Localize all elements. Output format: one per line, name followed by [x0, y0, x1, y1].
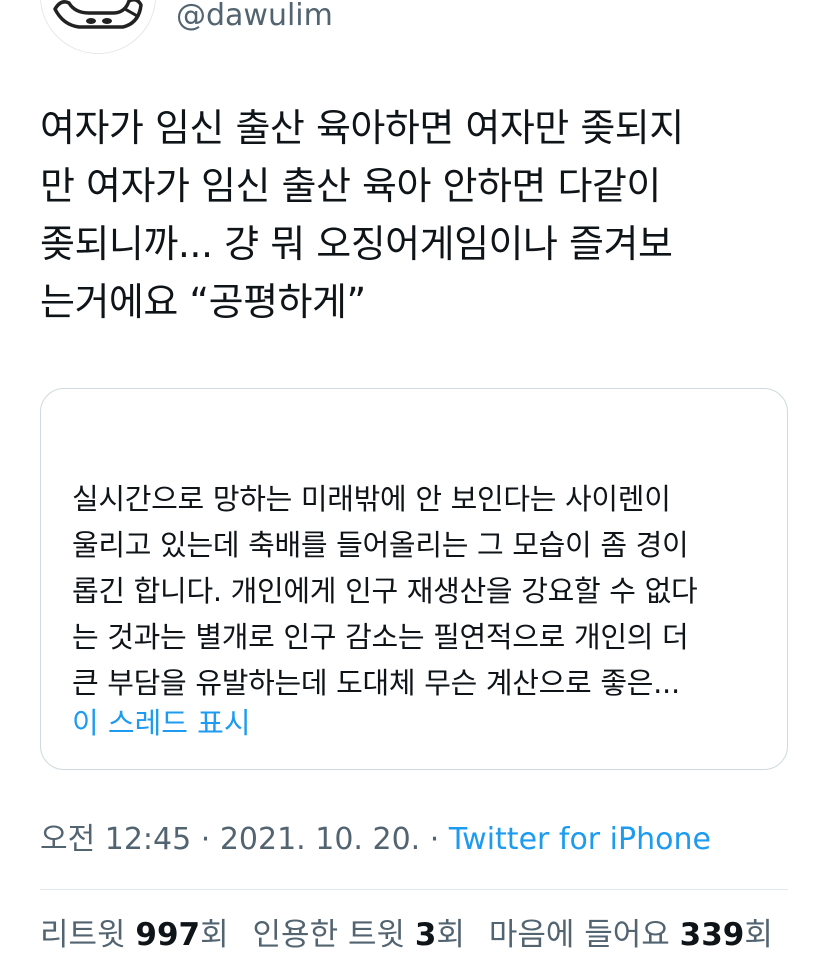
retweets-label: 리트윗	[40, 917, 136, 953]
likes-stat[interactable]: 마음에 들어요 339회	[489, 917, 773, 953]
avatar[interactable]	[40, 0, 156, 54]
quotes-count: 3	[414, 917, 437, 953]
retweets-count: 997	[135, 917, 201, 953]
retweets-stat[interactable]: 리트윗 997회	[40, 917, 229, 953]
meta-separator: ·	[191, 822, 220, 857]
tweet-text: 여자가 임신 출산 육아하면 여자만 좆되지 만 여자가 임신 출산 육아 안하…	[40, 106, 684, 324]
quotes-unit: 회	[436, 917, 465, 953]
quotes-stat[interactable]: 인용한 트윗 3회	[253, 917, 465, 953]
meta-separator: ·	[420, 822, 449, 857]
tweet-time[interactable]: 오전 12:45	[40, 822, 191, 857]
divider	[40, 889, 788, 890]
quotes-label: 인용한 트윗	[252, 917, 415, 953]
author-handle[interactable]: @dawulim	[176, 0, 333, 36]
quoted-tweet-text: 실시간으로 망하는 미래밖에 안 보인다는 사이렌이 울리고 있는데 축배를 들…	[72, 482, 698, 700]
likes-count: 339	[679, 917, 745, 953]
tweet-meta: 오전 12:45 · 2021. 10. 20. · Twitter for i…	[40, 818, 711, 862]
tweet-stats: 리트윗 997회 인용한 트윗 3회 마음에 들어요 339회	[40, 912, 787, 958]
cartoon-animal-avatar-icon	[41, 0, 155, 53]
likes-label: 마음에 들어요	[488, 917, 680, 953]
tweet-source-link[interactable]: Twitter for iPhone	[449, 822, 711, 857]
show-thread-link[interactable]: 이 스레드 표시	[72, 703, 251, 743]
quoted-tweet-card[interactable]: 실시간으로 망하는 미래밖에 안 보인다는 사이렌이 울리고 있는데 축배를 들…	[40, 388, 788, 770]
retweets-unit: 회	[200, 917, 229, 953]
likes-unit: 회	[744, 917, 773, 953]
tweet-date[interactable]: 2021. 10. 20.	[220, 822, 420, 857]
